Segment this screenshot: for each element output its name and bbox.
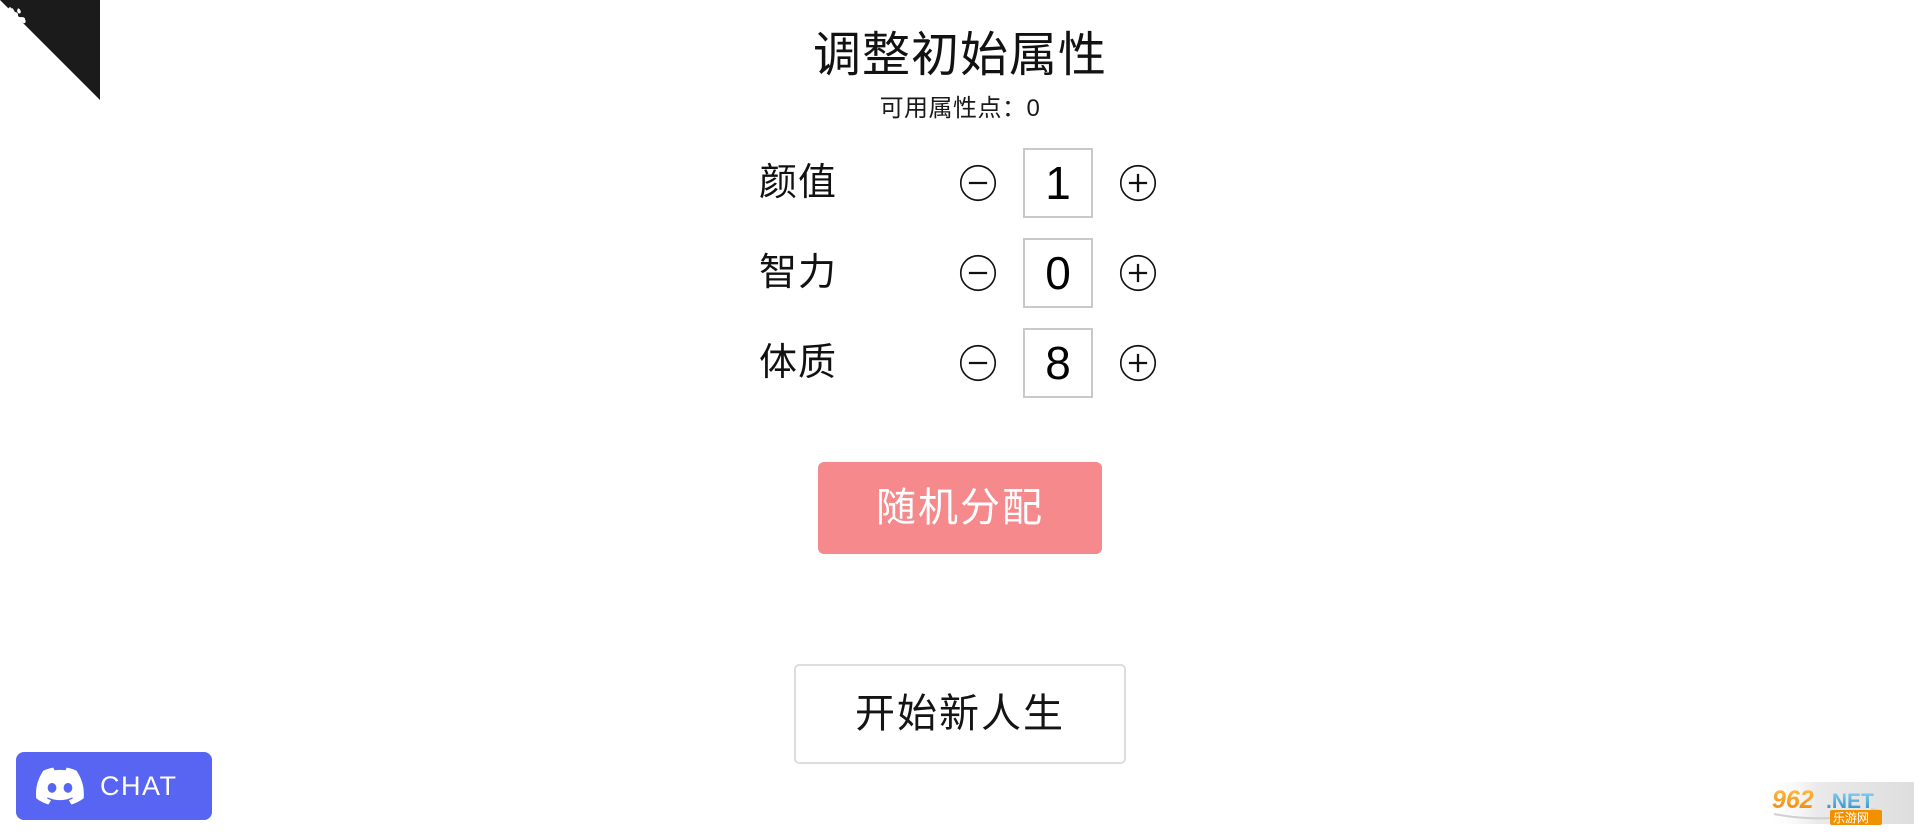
increment-button-constitution[interactable] xyxy=(1115,340,1161,386)
decrement-button-intelligence[interactable] xyxy=(955,250,1001,296)
minus-circle-icon xyxy=(959,344,997,381)
watermark-site-name: 乐游网 xyxy=(1833,811,1869,825)
watermark-number: 962 xyxy=(1772,786,1814,814)
plus-circle-icon xyxy=(1119,164,1157,201)
table-row: 智力 0 xyxy=(759,236,1161,310)
available-points-label: 可用属性点：0 xyxy=(879,94,1041,122)
decrement-button-charm[interactable] xyxy=(955,160,1001,206)
site-watermark: 962 .NET 乐游网 xyxy=(1764,778,1914,828)
start-new-life-button[interactable]: 开始新人生 xyxy=(794,663,1126,764)
page-title: 调整初始属性 xyxy=(812,29,1107,82)
attribute-value-charm[interactable]: 1 xyxy=(1023,147,1093,218)
attribute-label-charm: 颜值 xyxy=(759,161,838,204)
decrement-button-constitution[interactable] xyxy=(955,340,1001,386)
discord-icon xyxy=(36,767,84,805)
discord-chat-label: CHAT xyxy=(100,770,178,801)
attribute-label-constitution: 体质 xyxy=(759,341,838,384)
character-attribute-screen: 调整初始属性 可用属性点：0 颜值 1 智力 0 体质 8 随机分配 开始新人生 xyxy=(0,0,1920,832)
plus-circle-icon xyxy=(1119,254,1157,291)
plus-circle-icon xyxy=(1119,344,1157,381)
minus-circle-icon xyxy=(959,164,997,201)
table-row: 颜值 1 xyxy=(759,146,1161,220)
increment-button-intelligence[interactable] xyxy=(1115,250,1161,296)
increment-button-charm[interactable] xyxy=(1115,160,1161,206)
watermark-domain: .NET xyxy=(1826,790,1874,813)
attribute-value-constitution[interactable]: 8 xyxy=(1023,327,1093,398)
attribute-list: 颜值 1 智力 0 体质 8 xyxy=(759,146,1161,400)
github-corner-ribbon[interactable] xyxy=(0,0,100,100)
attribute-label-intelligence: 智力 xyxy=(759,251,838,294)
minus-circle-icon xyxy=(959,254,997,291)
discord-chat-widget[interactable]: CHAT xyxy=(16,752,212,820)
github-octocat-icon xyxy=(0,0,100,100)
random-allocate-button[interactable]: 随机分配 xyxy=(818,461,1102,554)
table-row: 体质 8 xyxy=(759,326,1161,400)
attribute-value-intelligence[interactable]: 0 xyxy=(1023,237,1093,308)
